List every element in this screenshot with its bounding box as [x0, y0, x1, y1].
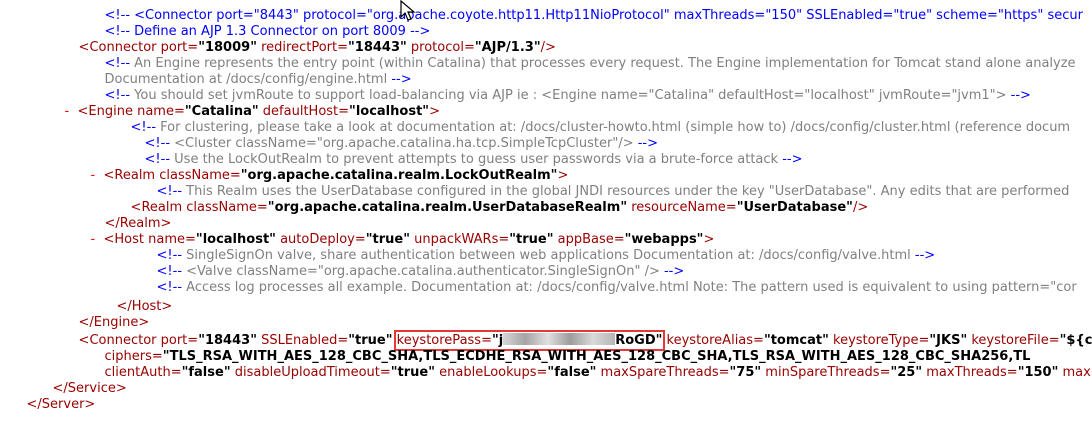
xml-comment-line: <!-- <Valve className="org.apache.catali…	[156, 264, 685, 279]
connector-attrs-line: clientAuth="false" disableUploadTimeout=…	[104, 365, 1092, 380]
xml-comment-line: <!-- <Connector port="8443" protocol="or…	[104, 8, 1083, 23]
mouse-pointer-icon	[400, 0, 416, 21]
server-close-tag: </Server>	[26, 397, 96, 412]
xml-comment-line: <!-- An Engine represents the entry poin…	[104, 56, 1076, 71]
xml-comment-line: <!-- Define an AJP 1.3 Connector on port…	[104, 24, 431, 39]
host-close-tag: </Host>	[116, 299, 173, 314]
lockout-realm-element[interactable]: - <Realm className="org.apache.catalina.…	[74, 152, 569, 183]
connector-ajp-element: <Connector port="18009" redirectPort="18…	[78, 40, 556, 55]
host-element[interactable]: - <Host name="localhost" autoDeploy="tru…	[74, 216, 715, 247]
engine-close-tag: </Engine>	[78, 315, 150, 330]
engine-element[interactable]: - <Engine name="Catalina" defaultHost="l…	[48, 88, 440, 119]
xml-comment-line: <!-- For clustering, please take a look …	[130, 120, 1071, 135]
xml-comment-line: <!-- Access log processes all example. D…	[156, 280, 1077, 295]
service-close-tag: </Service>	[52, 381, 127, 396]
connector-ssl-element: <Connector port="18443" SSLEnabled="true…	[78, 330, 1092, 351]
realm-close-tag: </Realm>	[104, 216, 172, 231]
xml-comment-line: <!-- <Cluster className="org.apache.cata…	[144, 136, 659, 151]
xml-comment-line: Documentation at /docs/config/engine.htm…	[104, 72, 412, 87]
xml-comment-line: <!-- Use the LockOutRealm to prevent att…	[144, 152, 803, 167]
connector-ciphers-line: ciphers="TLS_RSA_WITH_AES_128_CBC_SHA,TL…	[104, 349, 1031, 364]
xml-comment-line: <!-- You should set jvmRoute to support …	[104, 88, 1031, 103]
userdatabase-realm-element: <Realm className="org.apache.catalina.re…	[130, 200, 869, 215]
xml-comment-line: <!-- This Realm uses the UserDatabase co…	[156, 184, 1070, 199]
xml-comment-line: <!-- SingleSignOn valve, share authentic…	[156, 248, 936, 263]
